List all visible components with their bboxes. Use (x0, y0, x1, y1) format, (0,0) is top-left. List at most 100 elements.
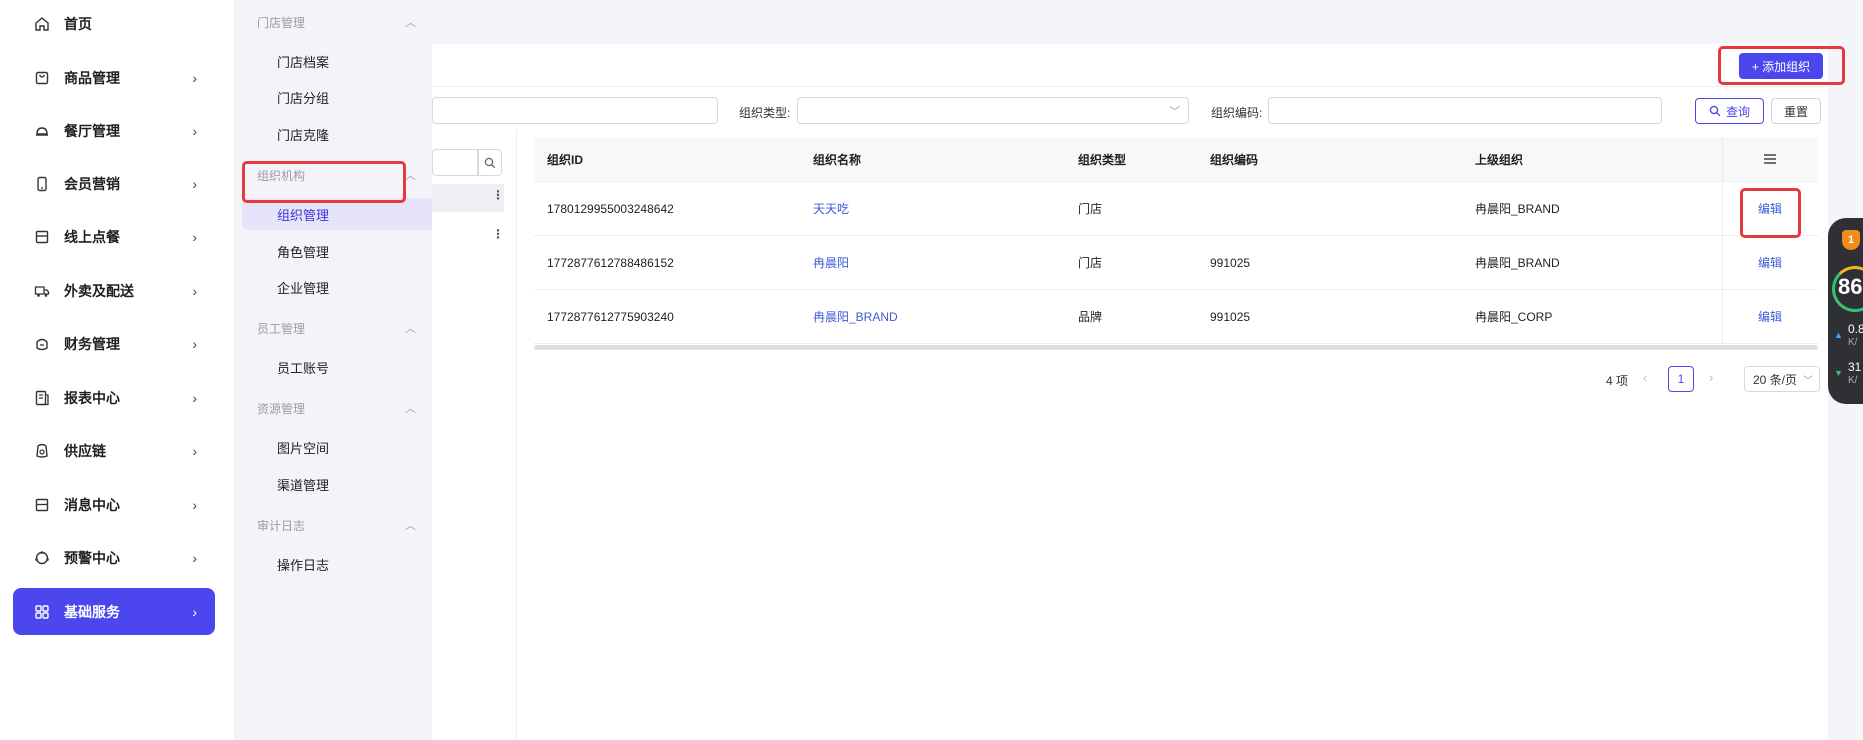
sidebar-item-alerts[interactable]: 预警中心 › (13, 534, 215, 581)
chevron-right-icon: › (192, 282, 197, 299)
cell-org-name-link[interactable]: 冉晨阳_BRAND (800, 290, 1065, 343)
tree-search-button[interactable] (478, 149, 502, 176)
sidebar-item-finance[interactable]: 财务管理 › (13, 320, 215, 367)
submenu-item[interactable]: 企业管理 (242, 271, 440, 303)
truck-icon (32, 281, 52, 301)
sidebar-item-label: 外卖及配送 (64, 282, 134, 299)
chevron-up-icon[interactable]: ︿ (405, 167, 416, 183)
phone-icon (32, 174, 52, 194)
upload-unit: K/ (1848, 337, 1858, 348)
cell-parent-org: 冉晨阳_BRAND (1475, 202, 1560, 216)
chevron-up-icon[interactable]: ︿ (405, 14, 416, 30)
submenu-item[interactable]: 门店克隆 (242, 118, 440, 150)
download-unit: K/ (1848, 375, 1858, 386)
tree-search-input[interactable] (432, 149, 478, 176)
cell-org-code (1197, 182, 1462, 235)
column-header: 上级组织 (1475, 152, 1524, 167)
column-settings-icon[interactable] (1722, 137, 1818, 181)
chevron-right-icon: › (192, 175, 197, 192)
submenu-item[interactable]: 角色管理 (242, 235, 440, 267)
sidebar-item-label: 预警中心 (64, 549, 120, 566)
divider (516, 130, 517, 740)
report-icon (32, 388, 52, 408)
cell-org-code: 991025 (1210, 309, 1251, 324)
sidebar-item-label: 商品管理 (64, 69, 120, 86)
submenu-item-org-management[interactable]: 组织管理 (242, 198, 440, 230)
sidebar-item-label: 首页 (64, 15, 92, 32)
sidebar-item-products[interactable]: 商品管理 › (13, 54, 215, 101)
page-size-select[interactable]: 20 条/页 ﹀ (1744, 366, 1820, 392)
more-icon[interactable]: ⋮ (492, 188, 504, 202)
store-icon (32, 227, 52, 247)
cloche-icon (32, 121, 52, 141)
table-header: 组织ID 组织名称 组织类型 组织编码 上级组织 (534, 137, 1818, 182)
submenu-group-title: 员工管理 (257, 322, 306, 336)
sidebar-item-delivery[interactable]: 外卖及配送 › (13, 267, 215, 314)
network-monitor-widget[interactable]: 1 86 ▲ 0.8 K/ ▼ 31 K/ (1828, 218, 1863, 404)
submenu-item[interactable]: 操作日志 (242, 548, 440, 580)
submenu-item[interactable]: 员工账号 (242, 351, 440, 383)
keyword-input[interactable] (432, 97, 718, 124)
cell-org-type: 门店 (1078, 256, 1103, 270)
chevron-up-icon[interactable]: ︿ (405, 400, 416, 416)
shield-icon: 1 (1842, 230, 1860, 250)
divider (432, 86, 1828, 87)
org-type-label: 组织类型: (739, 106, 791, 120)
chevron-down-icon: ﹀ (1169, 106, 1180, 118)
submenu-item[interactable]: 门店分组 (242, 81, 440, 113)
table-row: 1780129955003248642 天天吃 门店 冉晨阳_BRAND 编辑 (534, 182, 1818, 236)
org-code-label: 组织编码: (1211, 106, 1263, 120)
edit-button[interactable]: 编辑 (1722, 236, 1818, 289)
submenu-item[interactable]: 渠道管理 (242, 468, 440, 500)
sidebar-item-online-order[interactable]: 线上点餐 › (13, 213, 215, 260)
cell-org-type: 品牌 (1078, 310, 1103, 324)
chevron-right-icon: › (192, 549, 197, 566)
submenu-panel: 门店管理 ︿ 门店档案 门店分组 门店克隆 组织机构 ︿ 组织管理 角色管理 企… (234, 0, 440, 740)
sidebar-item-reports[interactable]: 报表中心 › (13, 374, 215, 421)
sidebar-item-basic-services[interactable]: 基础服务 › (13, 588, 215, 635)
chevron-up-icon[interactable]: ︿ (405, 517, 416, 533)
cell-org-id: 1772877612788486152 (547, 255, 674, 270)
org-type-select[interactable]: ﹀ (797, 97, 1189, 124)
add-organization-button[interactable]: + 添加组织 (1739, 53, 1823, 79)
cell-org-id: 1780129955003248642 (547, 201, 674, 216)
cell-org-id: 1772877612775903240 (547, 309, 674, 324)
main-sidebar: 首页 商品管理 › 餐厅管理 › 会员营销 › 线上点餐 › 外卖及配送 › 财… (0, 0, 234, 740)
sidebar-item-member-marketing[interactable]: 会员营销 › (13, 160, 215, 207)
submenu-group-title: 资源管理 (257, 402, 306, 416)
chevron-up-icon[interactable]: ︿ (405, 320, 416, 336)
message-icon (32, 495, 52, 515)
submenu-group-title: 门店管理 (257, 16, 306, 30)
wallet-icon (32, 334, 52, 354)
cell-parent-org: 冉晨阳_BRAND (1475, 256, 1560, 270)
column-header: 组织ID (547, 152, 584, 167)
edit-button[interactable]: 编辑 (1722, 290, 1818, 343)
sidebar-item-messages[interactable]: 消息中心 › (13, 481, 215, 528)
cell-parent-org: 冉晨阳_CORP (1475, 310, 1553, 324)
chevron-right-icon: › (192, 69, 197, 86)
search-icon (484, 157, 496, 168)
org-code-input[interactable] (1268, 97, 1662, 124)
submenu-item[interactable]: 门店档案 (242, 45, 440, 77)
more-icon[interactable]: ⋮ (492, 227, 504, 241)
query-button[interactable]: 查询 (1695, 98, 1764, 124)
sidebar-item-label: 报表中心 (64, 389, 120, 406)
chevron-right-icon[interactable]: › (1709, 370, 1713, 385)
home-icon (32, 14, 52, 34)
chevron-left-icon[interactable]: ‹ (1643, 370, 1647, 385)
sidebar-item-restaurant[interactable]: 餐厅管理 › (13, 107, 215, 154)
bag-icon (32, 68, 52, 88)
sidebar-item-home[interactable]: 首页 (13, 0, 215, 47)
cell-org-name-link[interactable]: 天天吃 (800, 182, 1065, 235)
reset-button[interactable]: 重置 (1771, 98, 1821, 124)
top-strip (432, 0, 1863, 44)
pagination-total: 4 项 (1606, 374, 1629, 388)
submenu-item[interactable]: 图片空间 (242, 431, 440, 463)
horizontal-scrollbar[interactable] (534, 345, 1818, 350)
edit-button[interactable]: 编辑 (1722, 182, 1818, 235)
sidebar-item-label: 会员营销 (64, 175, 120, 192)
cell-org-name-link[interactable]: 冉晨阳 (800, 236, 1065, 289)
pagination-page[interactable]: 1 (1668, 366, 1694, 392)
sidebar-item-label: 线上点餐 (64, 228, 120, 245)
sidebar-item-supply-chain[interactable]: 供应链 › (13, 427, 215, 474)
